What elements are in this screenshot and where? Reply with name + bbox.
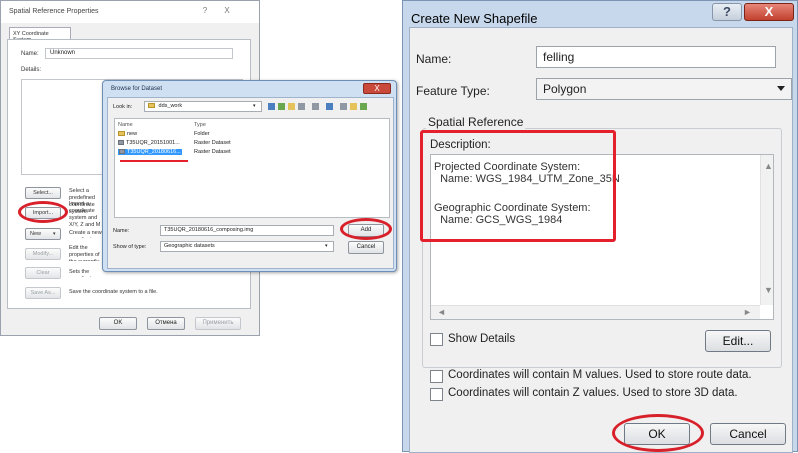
toolbar <box>268 102 388 112</box>
horizontal-scrollbar[interactable]: ◄ ► <box>431 305 760 319</box>
clear-button[interactable]: Clear <box>25 267 61 279</box>
apply-button[interactable]: Применить <box>195 317 241 330</box>
look-in-label: Look in: <box>113 104 133 110</box>
chevron-down-icon: ▾ <box>253 103 256 109</box>
details-label: Details: <box>21 67 42 73</box>
name-input[interactable]: T35UQR_20180616_composing.img <box>160 225 334 236</box>
name-value: felling <box>543 50 575 64</box>
item-name: new <box>127 131 138 137</box>
file-list: Name Type new Folder T35UQR_20151001... … <box>114 118 390 218</box>
show-type-label: Show of type: <box>113 244 147 250</box>
description-highlight-box <box>420 130 616 242</box>
add-highlight-ellipse <box>340 218 392 240</box>
connect-folder-icon[interactable] <box>326 103 333 110</box>
new-folder-icon[interactable] <box>340 103 347 110</box>
show-type-dropdown[interactable]: Geographic datasets ▾ <box>160 241 334 252</box>
column-header-name[interactable]: Name <box>118 122 133 128</box>
cancel-button[interactable]: Cancel <box>710 423 786 445</box>
dialog-title: Browse for Dataset <box>111 86 163 92</box>
feature-type-value: Polygon <box>543 82 587 96</box>
modify-button[interactable]: Modify... <box>25 248 61 260</box>
chevron-down-icon: ▾ <box>325 243 328 249</box>
edit-button[interactable]: Edit... <box>705 330 771 352</box>
select-button[interactable]: Select... <box>25 187 61 199</box>
raster-icon <box>119 149 125 155</box>
folder-icon <box>118 131 125 137</box>
look-in-dropdown[interactable]: dds_work ▾ <box>144 101 262 112</box>
browse-for-dataset-dialog: Browse for Dataset X Look in: dds_work ▾… <box>102 80 397 272</box>
cancel-button[interactable]: Отмена <box>147 317 185 330</box>
show-details-checkbox[interactable] <box>430 333 443 346</box>
chevron-down-icon: ▾ <box>53 231 56 237</box>
file-list-header: Name Type <box>118 121 388 130</box>
dialog-title: Spatial Reference Properties <box>9 8 99 15</box>
save-as-description: Save the coordinate system to a file. <box>69 289 158 295</box>
save-as-button[interactable]: Save As... <box>25 287 61 299</box>
show-details-label: Show Details <box>448 333 516 345</box>
list-item-selected[interactable]: T35UQR_20180616... Raster Dataset <box>118 148 388 157</box>
title-bar: Spatial Reference Properties ? X <box>1 1 259 23</box>
new-button[interactable]: New ▾ <box>25 228 61 240</box>
list-view-icon[interactable] <box>298 103 305 110</box>
new-button-label: New <box>30 231 42 237</box>
folder-icon <box>148 103 155 109</box>
z-values-label: Coordinates will contain Z values. Used … <box>448 387 738 399</box>
scroll-left-icon[interactable]: ◄ <box>437 307 446 317</box>
name-input[interactable]: felling <box>536 46 776 68</box>
raster-icon <box>118 140 124 146</box>
feature-type-label: Feature Type: <box>416 84 490 98</box>
clear-description: Sets the coordinate system to Unknown. <box>69 269 95 277</box>
spatial-reference-label: Spatial Reference <box>426 115 526 129</box>
scroll-down-icon[interactable]: ▼ <box>764 285 773 295</box>
item-type: Raster Dataset <box>194 140 231 146</box>
show-type-value: Geographic datasets <box>164 243 215 249</box>
home-icon[interactable] <box>278 103 285 110</box>
chevron-down-icon <box>777 86 785 91</box>
z-values-checkbox[interactable] <box>430 388 443 401</box>
back-icon[interactable] <box>268 103 275 110</box>
help-button[interactable]: ? <box>197 5 213 17</box>
help-button[interactable]: ? <box>712 3 742 21</box>
name-label: Name: <box>21 51 39 57</box>
name-value: Unknown <box>50 50 76 56</box>
folder-up-icon[interactable] <box>288 103 295 110</box>
feature-type-dropdown[interactable]: Polygon <box>536 78 792 100</box>
scroll-right-icon[interactable]: ► <box>743 307 752 317</box>
m-values-label: Coordinates will contain M values. Used … <box>448 369 752 381</box>
modify-description: Edit the properties of the currently sel… <box>69 245 100 261</box>
vertical-scrollbar[interactable]: ▲ ▼ <box>760 155 773 305</box>
refresh-icon[interactable] <box>360 103 367 110</box>
m-values-checkbox[interactable] <box>430 370 443 383</box>
list-item[interactable]: T35UQR_20151001... Raster Dataset <box>118 139 388 148</box>
ok-highlight-ellipse <box>612 414 704 452</box>
import-description: Import a coordinate system and X/Y, Z an… <box>69 201 101 228</box>
name-value: T35UQR_20180616_composing.img <box>164 227 254 233</box>
cancel-button[interactable]: Cancel <box>348 241 384 254</box>
catalog-icon[interactable] <box>350 103 357 110</box>
import-highlight-ellipse <box>18 201 68 223</box>
item-type: Raster Dataset <box>194 149 231 155</box>
name-field: Unknown <box>45 48 233 59</box>
ok-button[interactable]: OK <box>99 317 137 330</box>
column-header-type[interactable]: Type <box>194 122 206 128</box>
dialog-title: Create New Shapefile <box>411 11 538 26</box>
look-in-value: dds_work <box>158 103 183 109</box>
name-label: Name: <box>113 228 130 234</box>
close-button[interactable]: X <box>219 5 235 17</box>
name-label: Name: <box>416 52 452 66</box>
scroll-up-icon[interactable]: ▲ <box>764 161 773 171</box>
close-button[interactable]: X <box>363 83 391 94</box>
close-button[interactable]: X <box>744 3 794 21</box>
item-type: Folder <box>194 131 210 137</box>
dialog-body: Look in: dds_work ▾ Name Type new Folder… <box>107 97 394 269</box>
details-view-icon[interactable] <box>312 103 319 110</box>
selection-underline <box>120 160 188 162</box>
new-description: Create a new coordinate system. <box>69 230 102 238</box>
item-name: T35UQR_20151001... <box>126 140 180 146</box>
item-name: T35UQR_20180616... <box>127 149 181 155</box>
list-item[interactable]: new Folder <box>118 130 388 139</box>
